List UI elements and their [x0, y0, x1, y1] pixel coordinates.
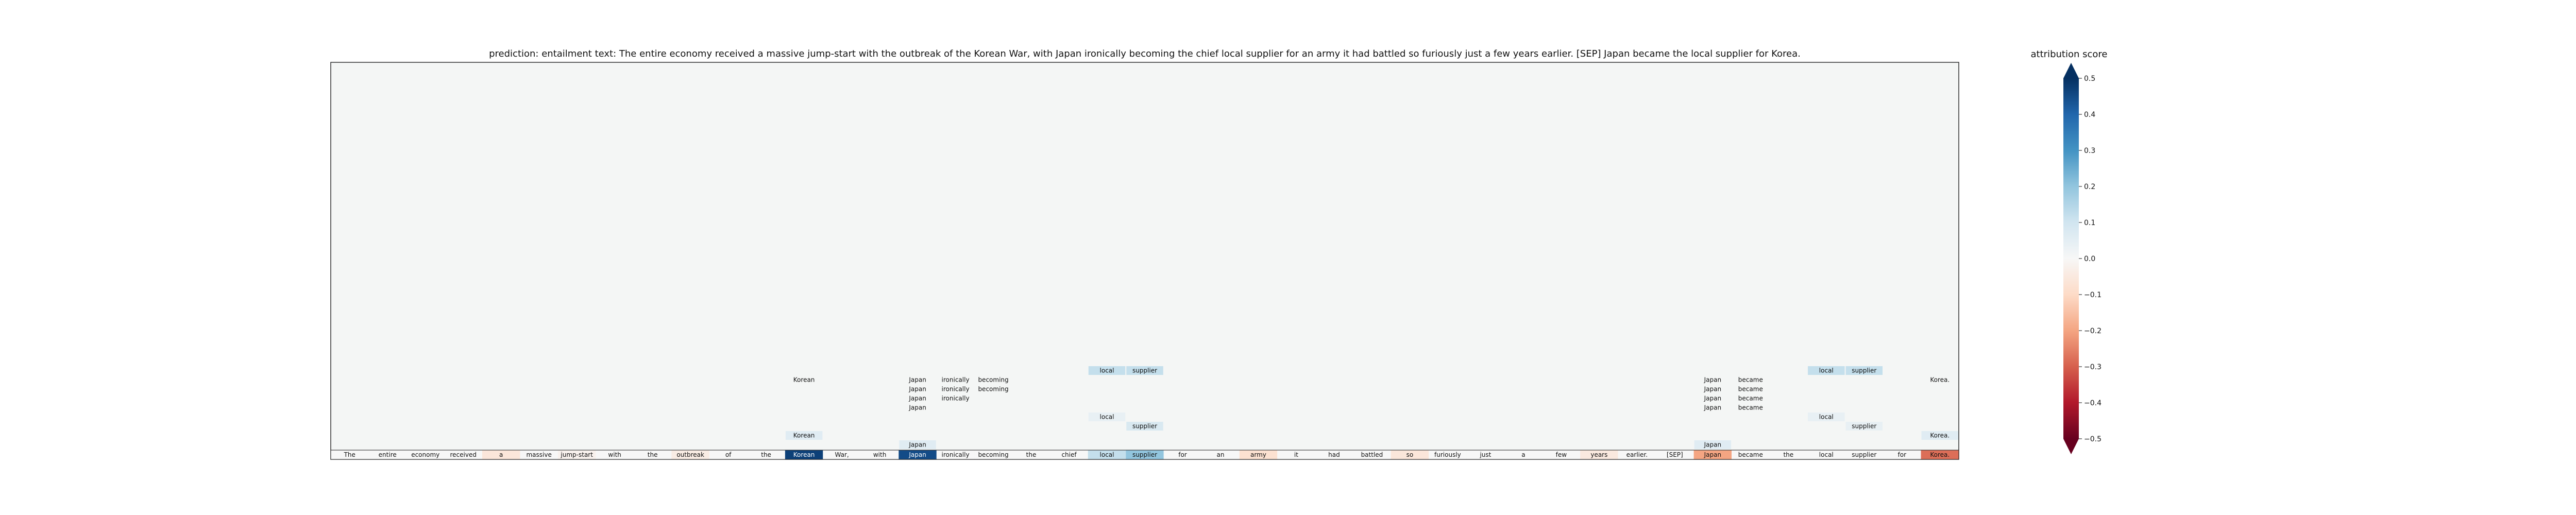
attention-cell-label: became [1738, 386, 1763, 393]
token-label: years [1590, 451, 1607, 458]
token-label: it [1294, 451, 1298, 458]
token-label: the [1783, 451, 1793, 458]
token-label: Japan [908, 451, 926, 458]
token-label: [SEP] [1667, 451, 1683, 458]
token-label: with [873, 451, 886, 458]
colorbar-extend-top [2063, 63, 2079, 78]
attention-cell-label: supplier [1132, 423, 1157, 430]
attention-cell-label: Japan [1704, 395, 1721, 402]
token-label: the [648, 451, 658, 458]
attention-cell-label: ironically [942, 395, 970, 402]
token-label: The [344, 451, 355, 458]
token-label: massive [526, 451, 551, 458]
attention-cell-label: Korea. [1930, 432, 1950, 439]
token-label: became [1738, 451, 1763, 458]
token-label: for [1178, 451, 1187, 458]
colorbar-tick-label: −0.3 [2084, 363, 2102, 371]
token-label: the [1026, 451, 1037, 458]
colorbar-tick-label: −0.5 [2084, 435, 2102, 443]
colorbar-label: attribution score [2031, 49, 2108, 60]
attention-cell-label: Japan [908, 441, 926, 449]
token-label: just [1479, 451, 1491, 458]
token-label: Korea. [1930, 451, 1950, 458]
token-label: War, [835, 451, 849, 458]
attention-cell-label: becoming [978, 386, 1008, 393]
attention-cell-label: Japan [1704, 404, 1721, 411]
colorbar-tick-label: 0.5 [2084, 75, 2095, 83]
token-label: with [608, 451, 621, 458]
attention-cell-label: became [1738, 404, 1763, 411]
token-label: army [1250, 451, 1266, 458]
colorbar-tick-label: −0.2 [2084, 327, 2102, 335]
token-label: becoming [978, 451, 1008, 458]
attention-cell-label: supplier [1852, 423, 1876, 430]
token-label: local [1100, 451, 1114, 458]
colorbar-tick-label: 0.4 [2084, 111, 2095, 119]
token-label: ironically [942, 451, 970, 458]
attention-cell-label: Korean [793, 432, 815, 439]
attention-cell-label: became [1738, 395, 1763, 402]
attention-cell-label: Japan [908, 376, 926, 384]
token-label: had [1328, 451, 1340, 458]
colorbar-tick-label: 0.3 [2084, 147, 2095, 155]
chart-title: prediction: entailment text: The entire … [489, 48, 1801, 59]
attention-cell-label: local [1100, 367, 1114, 374]
token-label: received [450, 451, 476, 458]
attention-cell-label: Japan [1704, 386, 1721, 393]
attention-cell-label: local [1819, 367, 1834, 374]
token-label: battled [1361, 451, 1383, 458]
attribution-figure: prediction: entailment text: The entire … [330, 48, 2108, 460]
attention-cell-label: Japan [908, 386, 926, 393]
token-label: chief [1061, 451, 1077, 458]
token-label: economy [411, 451, 439, 458]
token-label: furiously [1434, 451, 1461, 458]
attention-cell-label: Japan [908, 395, 926, 402]
colorbar-tick-label: −0.4 [2084, 399, 2102, 407]
attention-cell-label: ironically [942, 386, 970, 393]
attention-cell-label: becoming [978, 376, 1008, 384]
token-label: outbreak [676, 451, 704, 458]
token-label: the [761, 451, 771, 458]
token-label: a [1521, 451, 1525, 458]
colorbar-gradient [2063, 78, 2079, 439]
attention-cell-label: became [1738, 376, 1763, 384]
token-label: few [1556, 451, 1567, 458]
attention-cell-label: Korea. [1930, 376, 1950, 384]
token-label: jump-start [560, 451, 593, 458]
token-label: entire [379, 451, 397, 458]
colorbar-extend-bottom [2063, 439, 2079, 454]
attention-cell-label: Japan [1704, 441, 1721, 449]
attention-cell-label: Korean [793, 376, 815, 384]
token-label: of [725, 451, 732, 458]
token-label: for [1898, 451, 1907, 458]
token-label: Japan [1704, 451, 1721, 458]
attention-cell-label: supplier [1852, 367, 1876, 374]
colorbar-tick-label: −0.1 [2084, 291, 2102, 299]
token-label: a [499, 451, 503, 458]
attention-cell-label: local [1819, 414, 1834, 421]
colorbar-tick-label: 0.2 [2084, 183, 2095, 191]
attention-cell-label: ironically [942, 376, 970, 384]
attention-cell-label: supplier [1132, 367, 1157, 374]
token-label: supplier [1132, 451, 1157, 458]
token-label: so [1406, 451, 1414, 458]
token-label: local [1819, 451, 1834, 458]
token-strip: The entire economy received a massive jump-sta… [330, 450, 1959, 460]
token-label: supplier [1852, 451, 1876, 458]
token-label: an [1216, 451, 1224, 458]
attention-cell-label: local [1100, 414, 1114, 421]
colorbar-tick-label: 0.1 [2084, 219, 2095, 227]
attention-cell-label: Japan [908, 404, 926, 411]
attention-cell-label: Japan [1704, 376, 1721, 384]
token-label: earlier. [1626, 451, 1648, 458]
colorbar: 0.5 0.4 0.3 0.2 0.1 0.0 −0.1 −0.2 −0.3 −0.4 −0.5 [2063, 63, 2102, 454]
token-label: Korean [793, 451, 815, 458]
colorbar-tick-label: 0.0 [2084, 255, 2095, 263]
